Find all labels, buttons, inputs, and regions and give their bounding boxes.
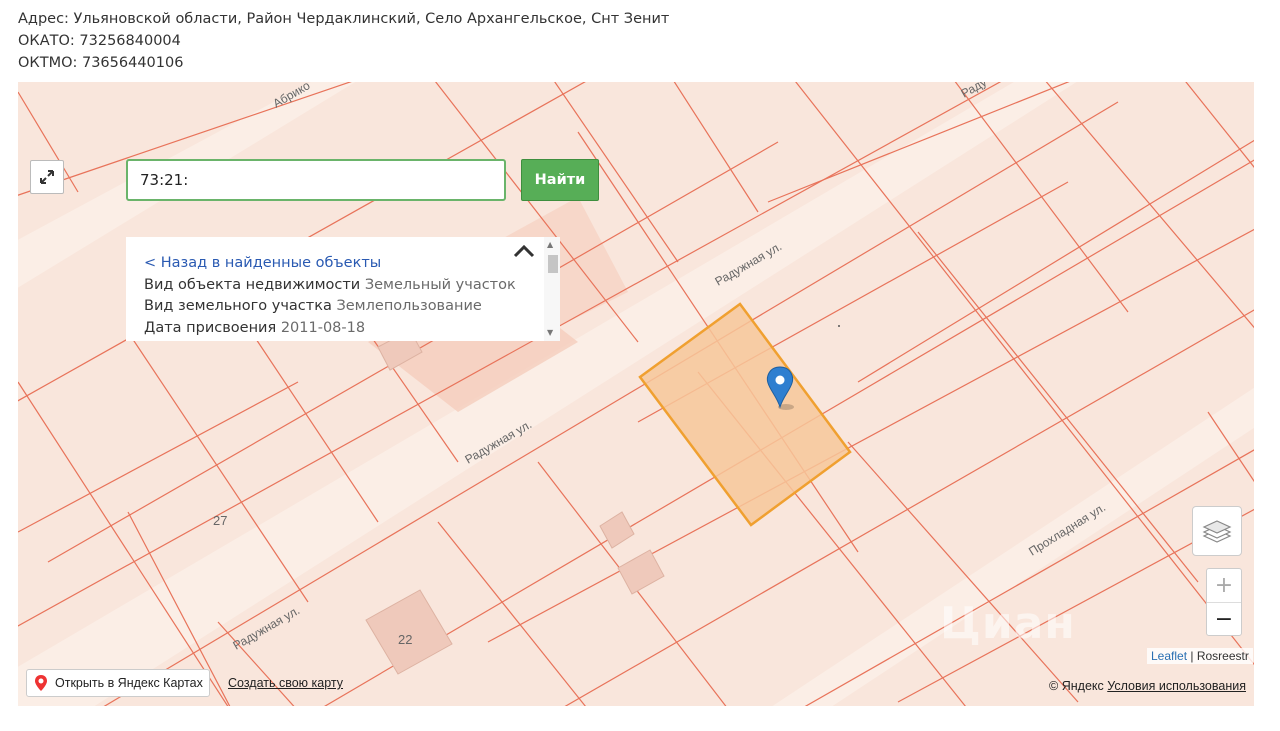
cadastral-search-input[interactable] bbox=[126, 159, 506, 201]
yandex-copyright: © Яндекс Условия использования bbox=[1049, 679, 1246, 693]
info-label: Дата присвоения bbox=[144, 319, 277, 336]
plot-number: 27 bbox=[213, 513, 227, 528]
zoom-control: + − bbox=[1206, 568, 1242, 636]
open-in-yandex-label: Открыть в Яндекс Картах bbox=[55, 676, 203, 690]
info-label: Вид объекта недвижимости bbox=[144, 276, 361, 293]
create-map-link[interactable]: Создать свою карту bbox=[228, 676, 343, 690]
address-line: Адрес: Ульяновской области, Район Чердак… bbox=[18, 11, 670, 27]
attribution-source: Rosreestr bbox=[1196, 649, 1249, 663]
oktmo-line: ОКТМО: 73656440106 bbox=[18, 55, 184, 71]
copyright-text: © Яндекс bbox=[1049, 679, 1104, 693]
address-block: Адрес: Ульяновской области, Район Чердак… bbox=[18, 8, 669, 74]
info-row: Вид земельного участка Землепользование bbox=[144, 296, 560, 318]
zoom-out-button[interactable]: − bbox=[1207, 603, 1241, 636]
info-value: 2011-08-18 bbox=[280, 319, 366, 336]
info-row: Вид объекта недвижимости Земельный участ… bbox=[144, 275, 560, 297]
scroll-down-icon[interactable]: ▼ bbox=[547, 329, 553, 337]
map-attribution: Leaflet | Rosreestr bbox=[1147, 648, 1253, 664]
chevron-up-icon[interactable] bbox=[512, 241, 536, 261]
back-to-results-link[interactable]: < Назад в найденные объекты bbox=[144, 253, 560, 275]
plot-number: 22 bbox=[398, 632, 412, 647]
object-info-panel: < Назад в найденные объекты Вид объекта … bbox=[126, 237, 560, 341]
info-scrollbar[interactable]: ▲ ▼ bbox=[544, 237, 560, 341]
map-dot bbox=[838, 325, 840, 327]
okato-line: ОКАТО: 73256840004 bbox=[18, 33, 181, 49]
zoom-in-button[interactable]: + bbox=[1207, 569, 1241, 603]
leaflet-link[interactable]: Leaflet bbox=[1151, 649, 1187, 663]
info-value: Земельный участок bbox=[364, 276, 516, 293]
scroll-thumb[interactable] bbox=[548, 255, 558, 273]
attribution-separator: | bbox=[1187, 649, 1197, 663]
find-button[interactable]: Найти bbox=[521, 159, 599, 201]
info-row: Дата присвоения 2011-08-18 bbox=[144, 318, 560, 340]
open-in-yandex-button[interactable]: Открыть в Яндекс Картах bbox=[26, 669, 210, 697]
info-value: Землепользование bbox=[336, 298, 482, 314]
watermark: Циан bbox=[940, 598, 1076, 649]
expand-icon bbox=[40, 170, 54, 184]
scroll-up-icon[interactable]: ▲ bbox=[547, 241, 553, 249]
map-view[interactable]: Абрико Раду Радужная ул. Радужная ул. Ра… bbox=[18, 82, 1254, 706]
layers-button[interactable] bbox=[1192, 506, 1242, 556]
street-label: Раду bbox=[959, 82, 990, 101]
fullscreen-button[interactable] bbox=[30, 160, 64, 194]
map-pin-icon bbox=[35, 675, 47, 691]
terms-of-use-link[interactable]: Условия использования bbox=[1107, 679, 1246, 693]
layers-icon bbox=[1202, 520, 1232, 543]
info-label: Вид земельного участка bbox=[144, 298, 332, 314]
